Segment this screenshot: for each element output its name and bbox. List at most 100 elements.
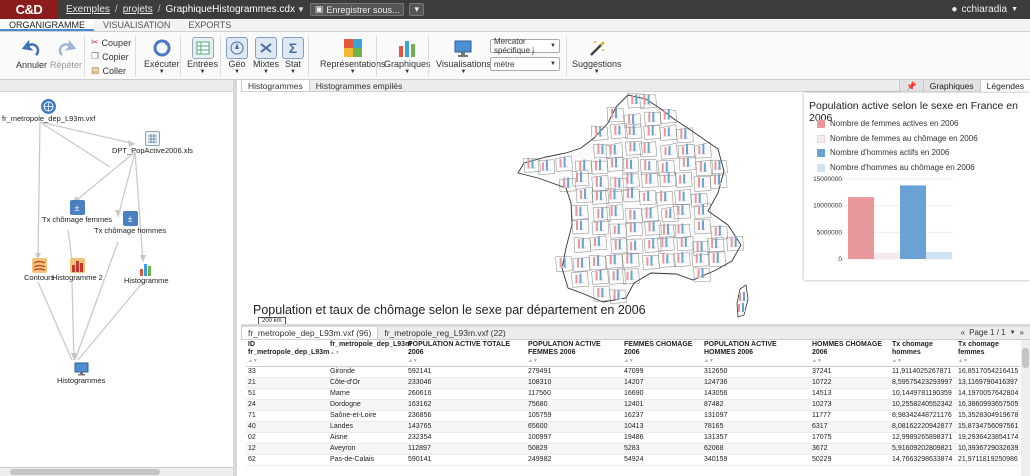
table-row[interactable]: 71 Saône-et-Loire 236856 105759 16237 131097 1… (246, 410, 1020, 422)
app-logo[interactable]: C&D (0, 0, 58, 19)
graphics-label: Graphiques (384, 59, 431, 69)
table-row[interactable]: 02 Aisne 232354 100997 19486 131357 17075 12,99… (246, 432, 1020, 444)
mini-bar (667, 109, 670, 120)
table-row[interactable]: 40 Landes 143765 65600 10413 78165 6317 8,08162… (246, 421, 1020, 433)
visualisations-button[interactable]: Visualisations ▼ (436, 37, 491, 75)
column-header[interactable]: Tx chomage hommes ▲▼ (890, 340, 956, 367)
vertical-scrollbar[interactable] (1021, 340, 1030, 476)
column-header[interactable]: fr_metropole_dep_L93m ▲▼ (328, 340, 411, 367)
france-map[interactable] (246, 92, 806, 324)
flow-node-histogram[interactable]: Histogramme (124, 261, 169, 285)
pin-icon[interactable]: 📌 (899, 80, 923, 92)
mini-bar (630, 122, 633, 124)
sort-icon[interactable]: ▲▼ (528, 357, 620, 365)
scrollbar-thumb[interactable] (1022, 348, 1029, 368)
user-menu[interactable]: ● cchiaradia ▼ (951, 4, 1018, 15)
table-cell: Dordogne (328, 399, 406, 411)
column-header[interactable]: POPULATION ACTIVE FEMMES 2006 ▲▼ (526, 340, 622, 367)
mini-bar (527, 158, 530, 169)
flow-node-data-file[interactable]: DPT_PopActive2006.xls (112, 131, 193, 155)
tab-legendes[interactable]: Légendes (979, 80, 1030, 92)
mini-bar (614, 125, 617, 135)
mini-bar (615, 298, 618, 300)
sort-icon[interactable]: ▲▼ (958, 357, 1018, 365)
mini-bar (597, 135, 600, 137)
column-header[interactable]: FEMMES CHOMAGE 2006 ▲▼ (622, 340, 702, 367)
current-file-name[interactable]: GraphiqueHistogrammes.cdx (165, 4, 295, 15)
unit-select[interactable]: mètre ▼ (490, 57, 560, 71)
chevron-down-icon[interactable]: ▼ (297, 5, 305, 14)
projection-select[interactable]: Mercator spécifique j ▼ (490, 37, 560, 55)
mixed-button[interactable]: Mixtes ▼ (253, 37, 279, 75)
table-row[interactable]: 12 Aveyron 112897 50829 5283 62068 3672 5,91609… (246, 443, 1020, 455)
sort-icon[interactable]: ▲▼ (624, 357, 700, 365)
mini-bar (686, 157, 689, 167)
mini-bar (619, 232, 622, 235)
execute-button[interactable]: Exécuter ▼ (144, 37, 180, 75)
legend-entry-label: Nombre d'hommes actifs en 2006 (830, 148, 950, 157)
breadcrumb-projets[interactable]: projets (123, 4, 153, 15)
mini-bar (582, 197, 585, 199)
flow-node-histograms-view[interactable]: Histogrammes (57, 361, 105, 385)
save-as-button[interactable]: ▣ Enregistrer sous... (309, 3, 405, 16)
tab-organigramme[interactable]: ORGANIGRAMME (0, 19, 95, 31)
horizontal-scrollbar[interactable] (0, 467, 233, 476)
column-header[interactable]: Tx chomage femmes ▲▼ (956, 340, 1020, 367)
breadcrumb-exemples[interactable]: Exemples (66, 4, 110, 15)
column-header[interactable]: POPULATION ACTIVE TOTALE 2006 ▲▼ (406, 340, 526, 367)
table-row[interactable]: 21 Côte-d'Or 233046 108310 14207 124736 10722 8… (246, 377, 1020, 389)
chevron-down-icon[interactable]: ▼ (1010, 330, 1016, 336)
flow-node-contours[interactable]: Contours (24, 258, 54, 282)
cut-button[interactable]: ✂ Couper (91, 37, 131, 48)
copy-button[interactable]: ❐ Copier (91, 51, 129, 62)
table-row[interactable]: 24 Dordogne 163162 75680 12401 87482 10273 10,2… (246, 399, 1020, 411)
column-header[interactable]: POPULATION ACTIVE HOMMES 2006 ▲▼ (702, 340, 810, 367)
tab-histogrammes-empiles[interactable]: Histogrammes empilés (310, 80, 408, 91)
column-header[interactable]: ID fr_metropole_dep_L93m ▲▼ (246, 340, 329, 367)
tab-graphiques[interactable]: Graphiques (922, 80, 980, 92)
mini-bar (711, 237, 714, 249)
save-icon: ▣ (314, 4, 324, 14)
tab-departments-data[interactable]: fr_metropole_dep_L93m.vxf (96) (241, 327, 379, 339)
table-row[interactable]: 62 Pas-de-Calais 590141 249982 54924 340159 50… (246, 454, 1020, 466)
table-row[interactable]: 51 Marne 260616 117560 16690 143056 14513 10,14… (246, 388, 1020, 400)
geo-button[interactable]: Géo ▼ (226, 37, 248, 75)
pager-prev-button[interactable]: « (961, 328, 965, 337)
flow-node-geometry-file[interactable]: fr_metropole_dep_L93m.vxf (2, 99, 95, 123)
mini-bar (720, 168, 723, 170)
redo-button[interactable]: Répéter (50, 38, 82, 70)
sort-icon[interactable]: ▲▼ (704, 357, 808, 365)
sort-icon[interactable]: ▲▼ (408, 357, 524, 365)
sort-icon[interactable]: ▲▼ (330, 349, 404, 357)
tab-regions-data[interactable]: fr_metropole_reg_L93m.vxf (22) (378, 327, 511, 339)
sort-icon[interactable]: ▲▼ (892, 357, 954, 365)
pager-label[interactable]: Page 1 / 1 (969, 328, 1005, 337)
mini-bar (559, 158, 562, 168)
paste-button[interactable]: ▤ Coller (91, 65, 126, 76)
mini-bar (601, 278, 604, 281)
pager-next-button[interactable]: » (1020, 328, 1024, 337)
scrollbar-thumb[interactable] (10, 469, 160, 475)
graphics-button[interactable]: Graphiques ▼ (384, 37, 431, 75)
stat-button[interactable]: Σ Stat ▼ (282, 37, 304, 75)
tab-visualisation[interactable]: VISUALISATION (94, 19, 179, 31)
scissors-icon: ✂ (91, 37, 99, 47)
suggestions-button[interactable]: Suggestions ▼ (572, 37, 622, 75)
mini-bar (650, 120, 653, 123)
more-options-button[interactable]: ▾ (409, 3, 424, 16)
flow-node-men-unemployment[interactable]: ± Tx chômage hommes (94, 211, 166, 235)
mini-bar (668, 261, 671, 264)
sort-icon[interactable]: ▲▼ (248, 357, 326, 365)
table-cell: 260616 (406, 388, 526, 400)
flow-node-histogram-2[interactable]: Histogramme 2 (52, 258, 103, 282)
column-header[interactable]: HOMMES CHOMAGE 2006 ▲▼ (810, 340, 890, 367)
tab-histogrammes[interactable]: Histogrammes (241, 80, 310, 91)
mini-bar (615, 232, 618, 235)
table-row[interactable]: 33 Gironde 592141 279491 47099 312650 37241 11,… (246, 366, 1020, 378)
legend-entry: Nombre d'hommes actifs en 2006 (817, 148, 949, 157)
map-view[interactable]: Population et taux de chômage selon le s… (246, 92, 806, 325)
sort-icon[interactable]: ▲▼ (812, 357, 888, 365)
tab-exports[interactable]: EXPORTS (179, 19, 240, 31)
inputs-button[interactable]: Entrées ▼ (187, 37, 218, 75)
undo-button[interactable]: Annuler (16, 38, 47, 70)
